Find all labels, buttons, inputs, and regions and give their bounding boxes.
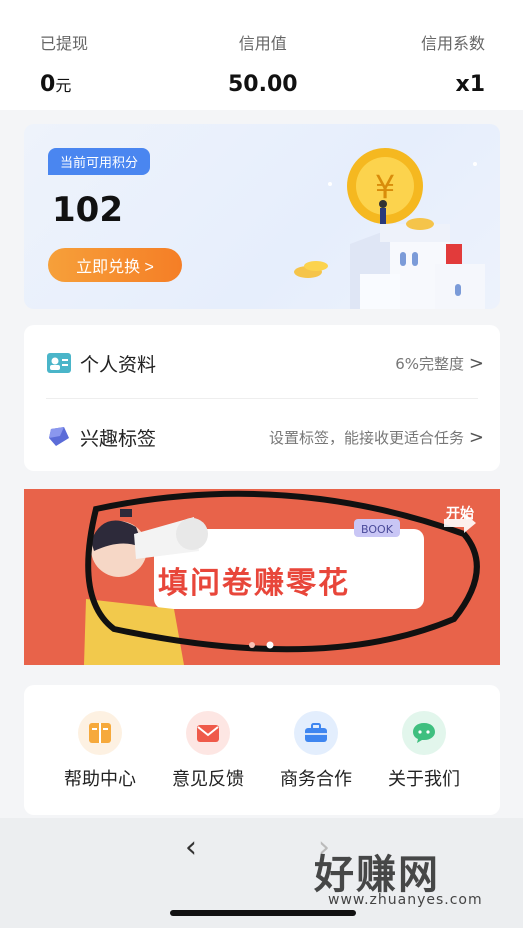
briefcase-icon — [294, 711, 338, 755]
tag-icon — [49, 427, 69, 446]
service-menu: 帮助中心 意见反馈 商务合作 关于我们 — [24, 685, 500, 815]
interest-tags-hint: 设置标签，能接收更适合任务 — [268, 428, 464, 447]
chat-icon — [402, 711, 446, 755]
business-label: 商务合作 — [280, 769, 352, 790]
feedback-label: 意见反馈 — [172, 769, 244, 790]
interest-tags-row[interactable]: 兴趣标签 设置标签，能接收更适合任务 > — [24, 401, 500, 473]
divider — [46, 398, 478, 399]
withdrawn-unit: 元 — [55, 76, 72, 95]
banner-sign-text: BOOK — [361, 523, 394, 536]
chevron-right-icon: > — [468, 352, 484, 374]
credit-value-stat: 信用值 50.00 — [228, 30, 298, 97]
feedback-button[interactable]: 意见反馈 — [158, 711, 258, 791]
watermark-url: www.zhuanyes.com — [328, 892, 483, 908]
credit-value: 50.00 — [228, 72, 298, 97]
points-card: 当前可用积分 102 立即兑换 > ¥ — [24, 124, 500, 309]
points-value: 102 — [52, 190, 123, 230]
svg-text:¥: ¥ — [375, 168, 395, 206]
profile-card: 个人资料 6%完整度 > 兴趣标签 设置标签，能接收更适合任务 > — [24, 325, 500, 471]
banner-title: 填问卷赚零花 — [158, 566, 350, 601]
coin-illustration: ¥ — [294, 148, 485, 309]
personal-info-label: 个人资料 — [80, 353, 157, 376]
personal-info-hint: 6%完整度 — [395, 354, 464, 373]
credit-factor-stat: 信用系数 x1 — [421, 30, 485, 97]
back-chevron-icon[interactable]: ‹ — [185, 830, 197, 865]
business-button[interactable]: 商务合作 — [266, 711, 366, 791]
banner-start-label: 开始 — [446, 506, 474, 522]
credit-value-label: 信用值 — [238, 34, 287, 53]
profile-card-icon — [47, 353, 71, 373]
credit-factor-value: x1 — [455, 72, 486, 97]
book-icon — [78, 711, 122, 755]
help-center-label: 帮助中心 — [64, 769, 136, 790]
about-us-button[interactable]: 关于我们 — [374, 711, 474, 791]
chevron-right-icon: > — [468, 426, 484, 448]
envelope-icon — [186, 711, 230, 755]
withdrawn-value: 0元 — [40, 72, 88, 97]
about-us-label: 关于我们 — [388, 769, 460, 790]
withdrawn-stat: 已提现 0元 — [40, 30, 88, 97]
redeem-button[interactable]: 立即兑换 > — [48, 248, 182, 282]
withdrawn-label: 已提现 — [40, 34, 89, 53]
help-center-button[interactable]: 帮助中心 — [50, 711, 150, 791]
points-badge: 当前可用积分 — [48, 148, 151, 175]
credit-factor-label: 信用系数 — [420, 34, 485, 53]
personal-info-row[interactable]: 个人资料 6%完整度 > — [24, 327, 500, 399]
interest-tags-label: 兴趣标签 — [80, 427, 157, 450]
withdrawn-amount: 0 — [40, 72, 56, 97]
stats-bar: 已提现 0元 信用值 50.00 信用系数 x1 — [0, 0, 523, 110]
home-indicator[interactable] — [170, 910, 356, 916]
